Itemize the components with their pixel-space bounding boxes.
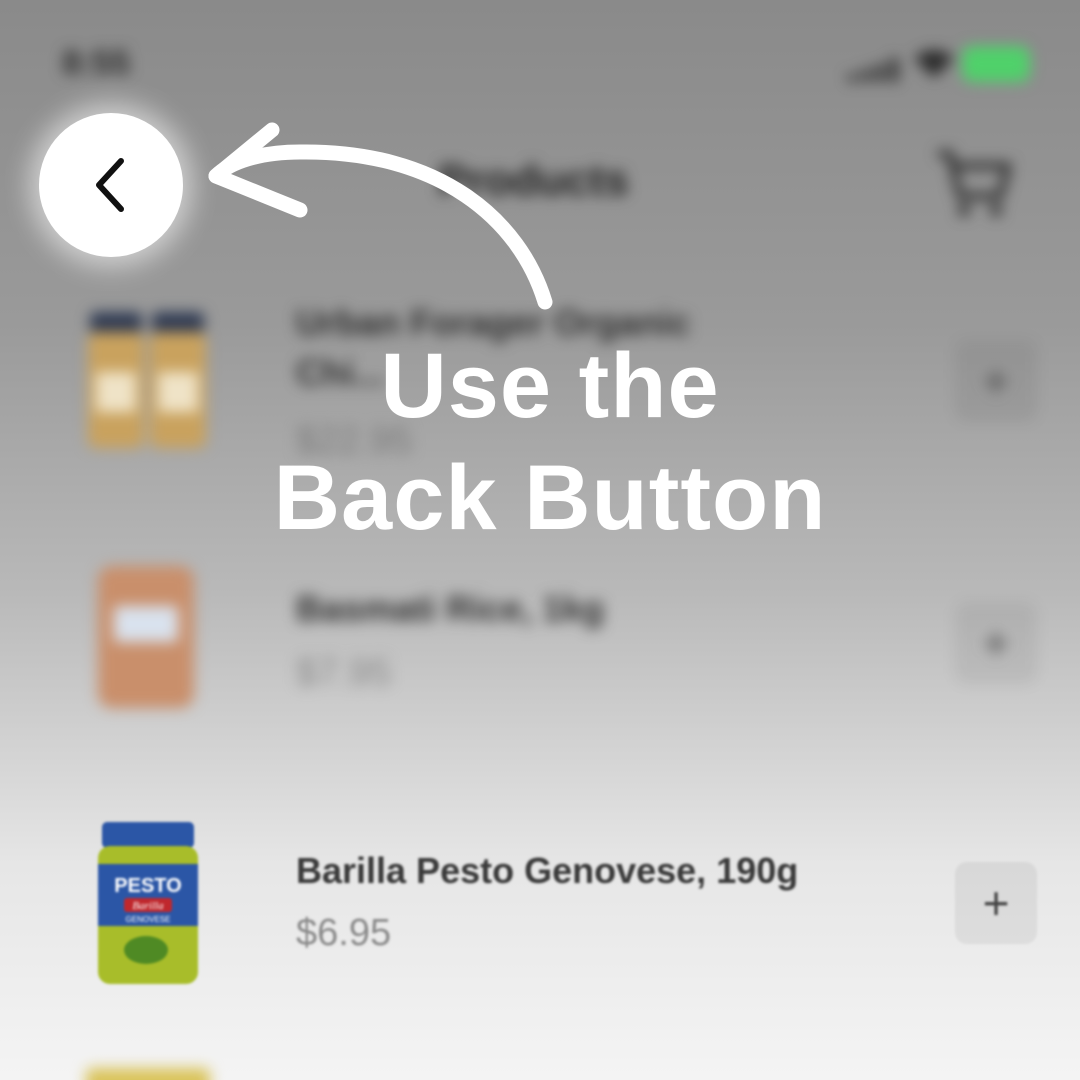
add-button[interactable]: +	[955, 862, 1037, 944]
chevron-left-icon	[96, 158, 124, 212]
product-image: PESTO Barilla GENOVESE	[98, 822, 198, 984]
product-name: Barilla Pesto Genovese, 190g	[296, 850, 799, 891]
list-item-partial	[86, 1068, 210, 1080]
app-screen: 8:55 Products Urban Forager Organic Chi.…	[0, 0, 1080, 1080]
pointer-arrow-icon	[208, 122, 553, 310]
product-image	[98, 566, 194, 708]
product-price: $7.95	[296, 652, 392, 694]
jar-label: PESTO	[114, 875, 181, 897]
product-price: $6.95	[296, 912, 392, 954]
wifi-icon	[914, 50, 954, 78]
jar-brand: Barilla	[132, 900, 164, 912]
product-name: Basmati Rice, 1kg	[296, 588, 605, 629]
cart-icon[interactable]	[930, 140, 1014, 224]
add-button[interactable]: +	[955, 602, 1037, 684]
signal-icon	[848, 58, 898, 82]
callout-line-2: Back Button	[273, 447, 827, 549]
callout-headline: Use the Back Button	[150, 330, 950, 554]
status-time: 8:55	[62, 44, 131, 82]
callout-line-1: Use the	[380, 335, 720, 437]
jar-variant: GENOVESE	[126, 915, 171, 924]
add-button[interactable]: +	[955, 340, 1037, 422]
battery-icon	[962, 46, 1030, 82]
back-button[interactable]	[39, 113, 183, 257]
